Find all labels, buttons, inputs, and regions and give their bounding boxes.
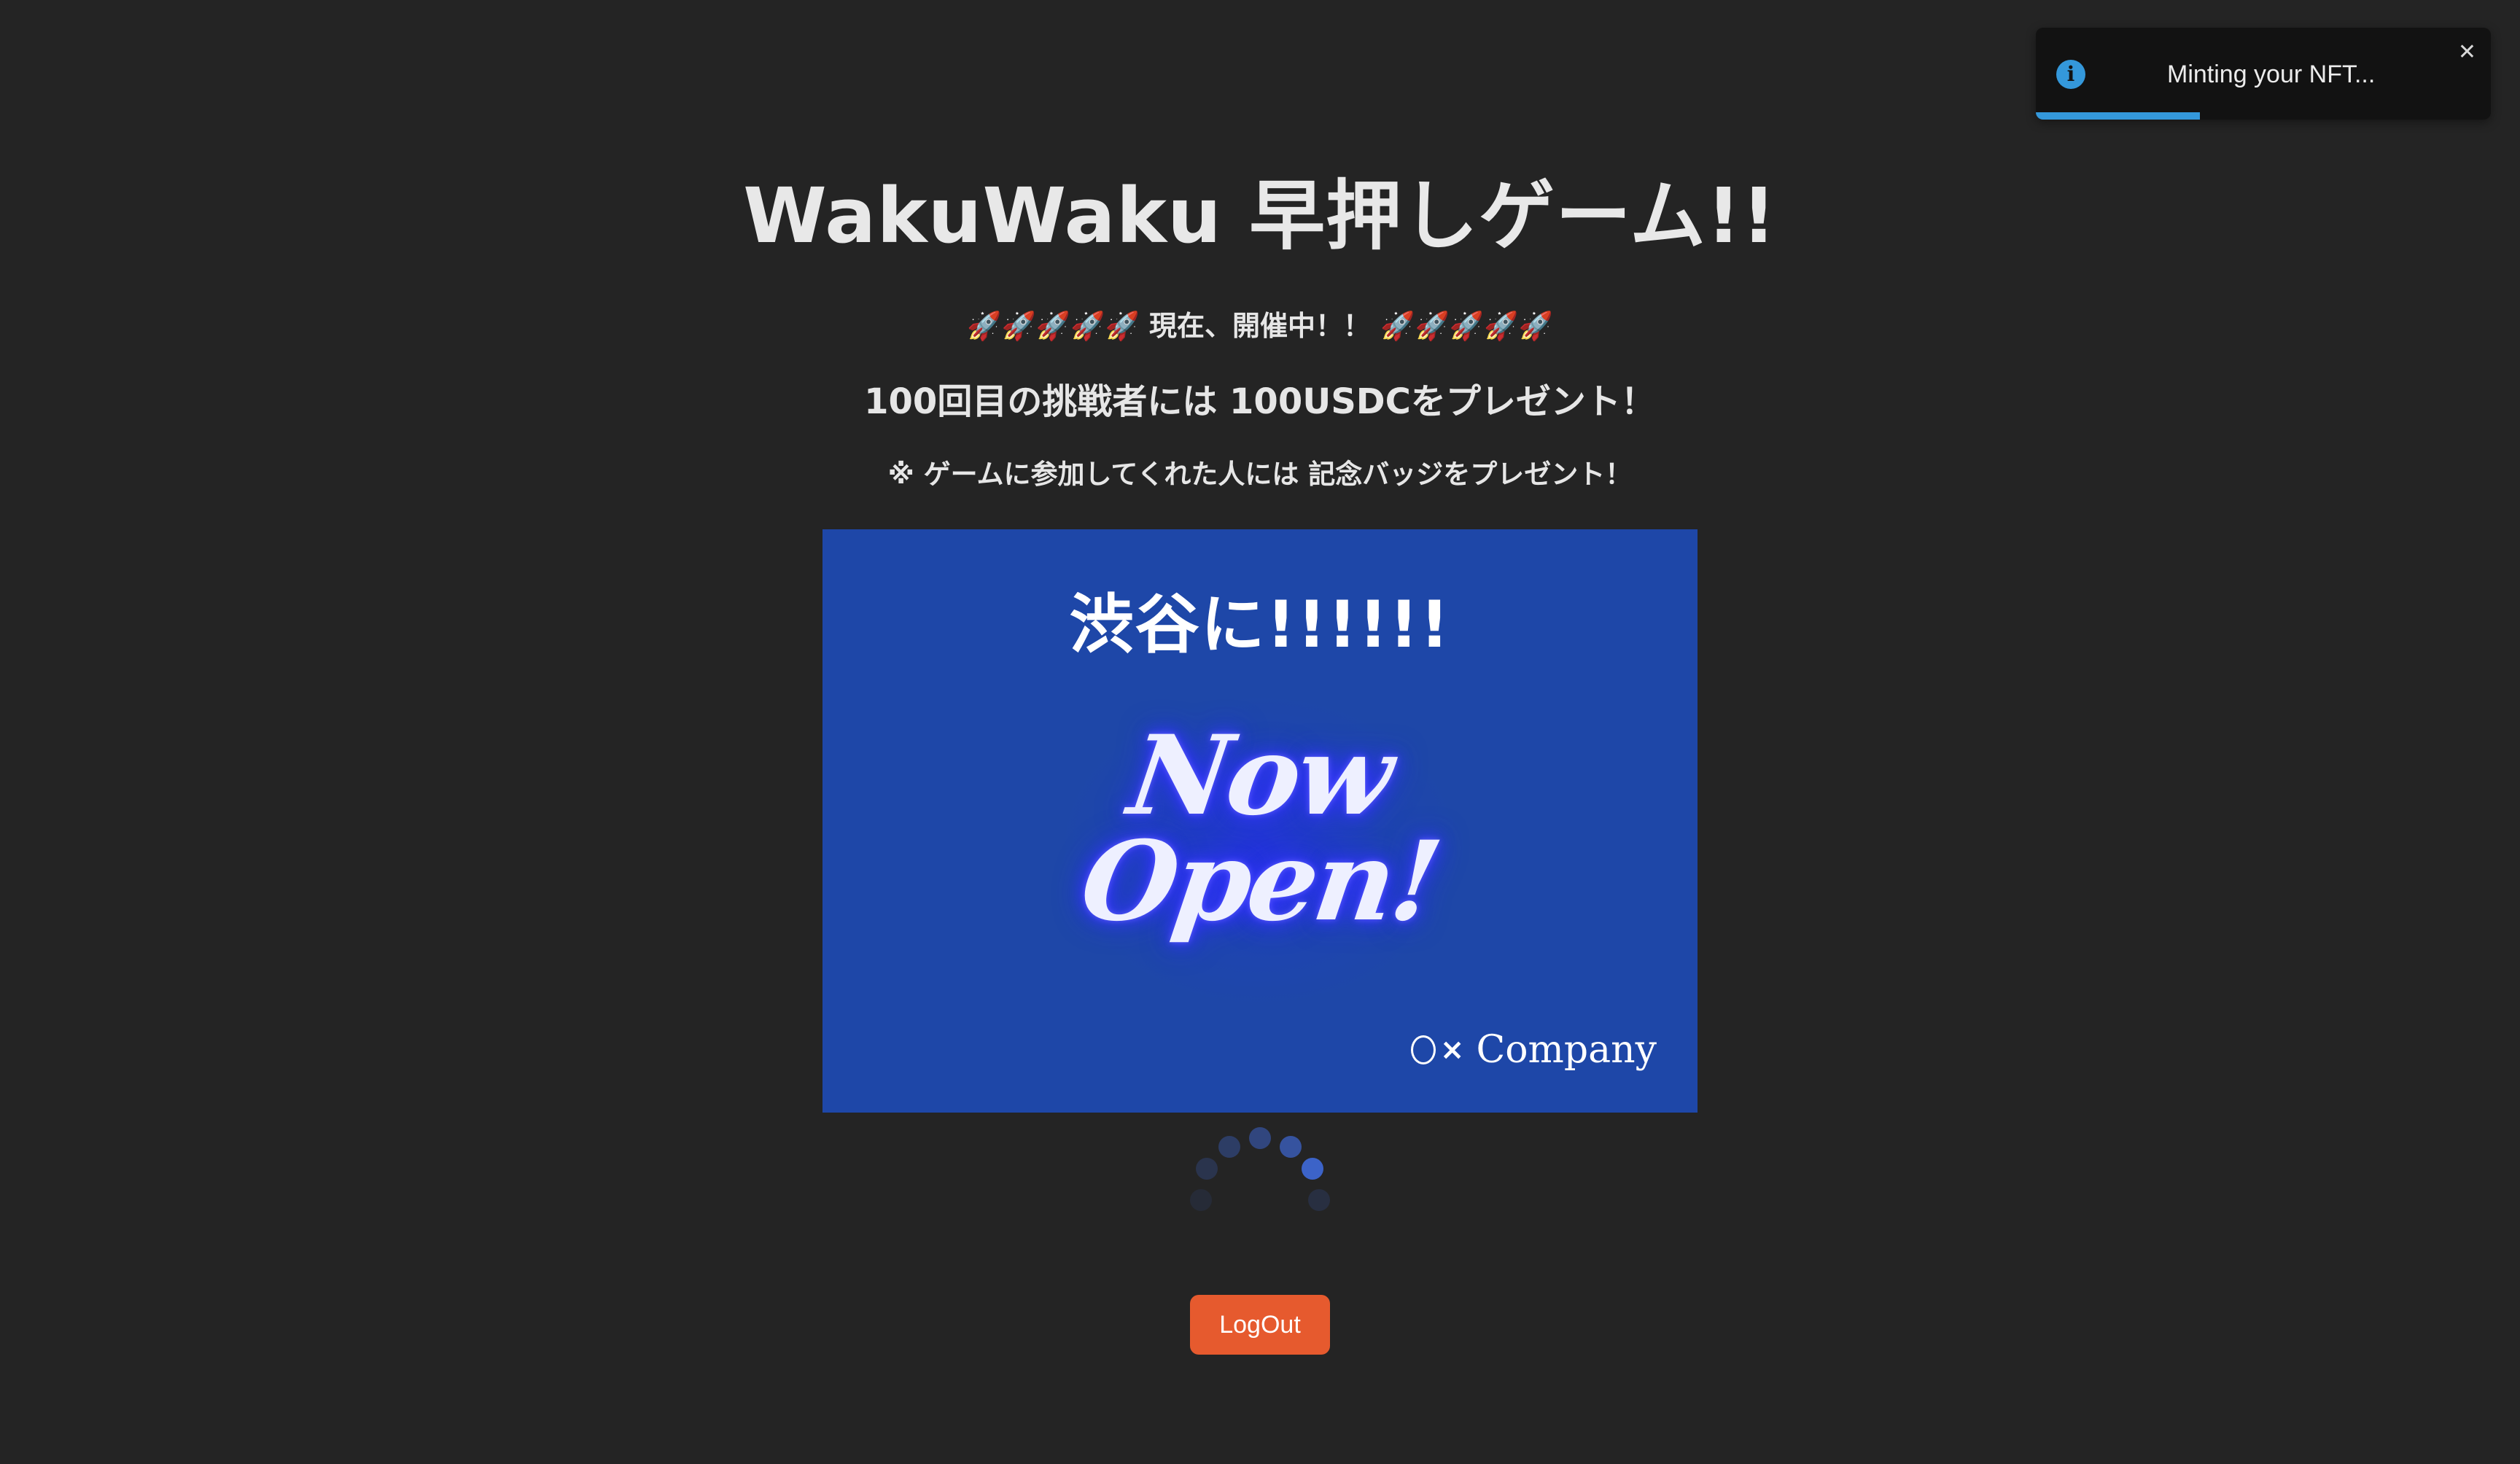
loading-spinner-icon	[1180, 1113, 1340, 1215]
info-icon: i	[2056, 60, 2085, 89]
spinner-dot	[1196, 1158, 1218, 1180]
prize-line: 100回目の挑戦者には 100USDCをプレゼント！	[864, 381, 1656, 422]
neon-text-open: Open!	[1073, 817, 1447, 946]
status-line: 🚀🚀🚀🚀🚀 現在、開催中！！ 🚀🚀🚀🚀🚀	[967, 310, 1553, 342]
spinner-dot	[1302, 1158, 1323, 1180]
page: WakuWaku 早押しゲーム!! 🚀🚀🚀🚀🚀 現在、開催中！！ 🚀🚀🚀🚀🚀 1…	[0, 0, 2520, 1464]
banner-heading: 渋谷に!!!!!!	[1069, 587, 1451, 662]
company-mark: ×	[1439, 1033, 1465, 1067]
logout-button[interactable]: LogOut	[1190, 1295, 1330, 1355]
page-title: WakuWaku 早押しゲーム!!	[743, 171, 1777, 260]
game-banner-image: 渋谷に!!!!!! Now Open! × Company	[822, 529, 1698, 1113]
main-content: WakuWaku 早押しゲーム!! 🚀🚀🚀🚀🚀 現在、開催中！！ 🚀🚀🚀🚀🚀 1…	[0, 0, 2520, 1355]
spinner-dot	[1190, 1189, 1212, 1211]
toast-message: Minting your NFT...	[2167, 61, 2376, 88]
toast-notification[interactable]: i Minting your NFT... ✕	[2036, 28, 2491, 120]
toast-progress-bar	[2036, 112, 2200, 120]
spinner-dot	[1308, 1189, 1330, 1211]
close-icon[interactable]: ✕	[2458, 38, 2476, 67]
company-name: Company	[1476, 1028, 1657, 1072]
company-logo: × Company	[1410, 1028, 1657, 1072]
spinner-dot	[1218, 1136, 1240, 1158]
spinner-dot	[1280, 1136, 1302, 1158]
circle-icon	[1410, 1035, 1436, 1064]
spinner-dot	[1249, 1127, 1271, 1149]
badge-line: ※ ゲームに参加してくれた人には 記念バッジをプレゼント！	[887, 459, 1633, 490]
